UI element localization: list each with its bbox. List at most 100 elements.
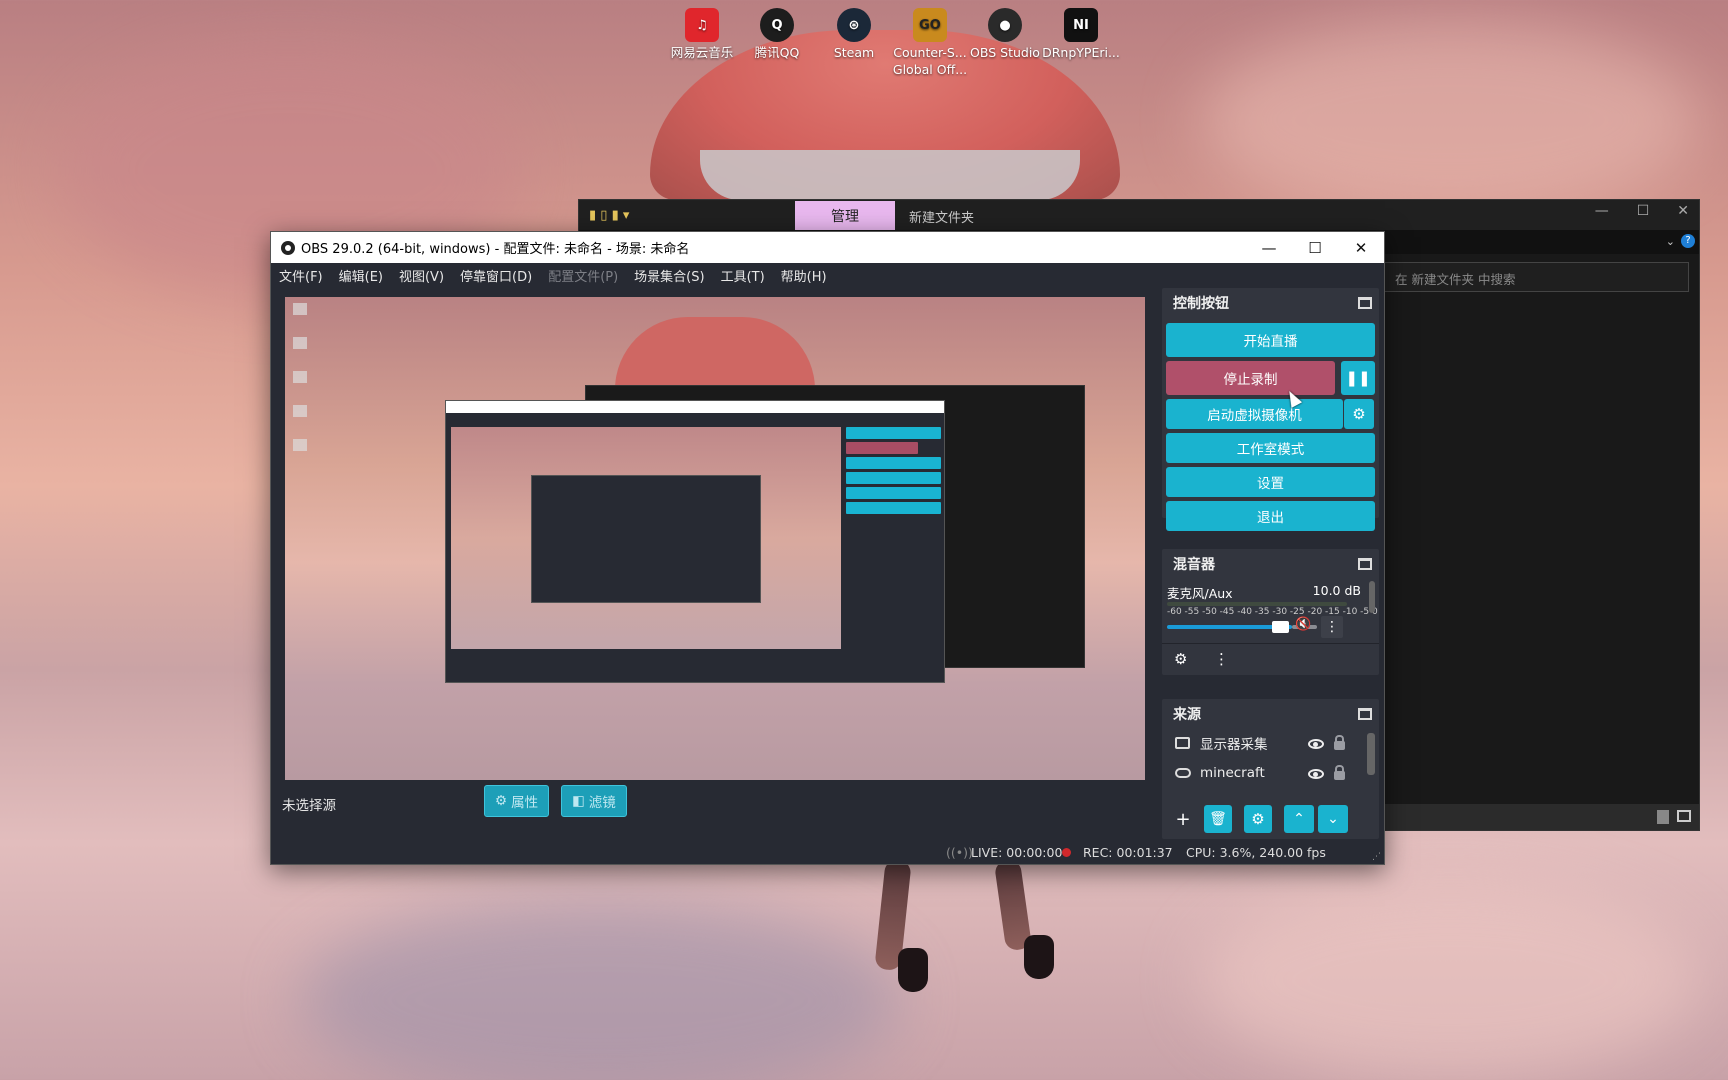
qq-penguin-icon: Q (760, 8, 794, 42)
start-streaming-button[interactable]: 开始直播 (1166, 323, 1375, 357)
obs-titlebar: OBS 29.0.2 (64-bit, windows) - 配置文件: 未命名… (271, 232, 1384, 263)
mixer-dock-title: 混音器 (1173, 557, 1215, 573)
csgo-icon: GO (913, 8, 947, 42)
desktop-icon-qq[interactable]: Q 腾讯QQ (738, 4, 816, 61)
settings-button[interactable]: 设置 (1166, 467, 1375, 497)
desktop-icon-label: Counter-S... Global Off... (892, 45, 968, 77)
controls-dock-header: 控制按钮 (1162, 288, 1379, 318)
chevron-down-icon[interactable]: ⌄ (1666, 235, 1675, 248)
menu-profile[interactable]: 配置文件(P) (548, 266, 618, 285)
menu-help[interactable]: 帮助(H) (781, 266, 827, 285)
netease-music-icon: ♫ (685, 8, 719, 42)
background-cloud (300, 900, 900, 1080)
controls-dock-title: 控制按钮 (1173, 296, 1229, 312)
cpu-status: CPU: 3.6%, 240.00 fps (1186, 844, 1326, 860)
help-icon[interactable]: ? (1681, 234, 1695, 248)
properties-button[interactable]: ⚙ 属性 (484, 785, 550, 817)
sources-dock: 来源 显示器采集 minecraft + 🗑 ⚙ ⌃ ⌄ (1162, 699, 1379, 839)
wallpaper-shoe (1024, 935, 1054, 979)
no-source-selected-label: 未选择源 (282, 798, 336, 814)
preview-desktop-icons (293, 303, 307, 453)
exit-button[interactable]: 退出 (1166, 501, 1375, 531)
undock-icon[interactable] (1358, 708, 1372, 720)
explorer-manage-tab[interactable]: 管理 (795, 201, 895, 230)
mixer-footer: ⚙ ⋮ (1162, 643, 1379, 675)
wallpaper-umbrella-underside (700, 150, 1080, 200)
gamepad-icon (1175, 768, 1191, 778)
volume-meter (1167, 602, 1347, 606)
studio-mode-button[interactable]: 工作室模式 (1166, 433, 1375, 463)
desktop-icon-label: Steam (833, 45, 875, 60)
move-down-chevron-icon[interactable]: ⌄ (1318, 805, 1348, 833)
sources-toolbar: + 🗑 ⚙ ⌃ ⌄ (1162, 805, 1379, 839)
muted-speaker-icon[interactable]: 🔇 (1295, 617, 1311, 632)
live-status: LIVE: 00:00:00 (971, 844, 1063, 860)
visibility-eye-icon[interactable] (1308, 769, 1324, 779)
visibility-eye-icon[interactable] (1308, 739, 1324, 749)
properties-button-label: 属性 (511, 795, 539, 811)
filters-button[interactable]: ◧ 滤镜 (561, 785, 627, 817)
desktop-icon-obs[interactable]: ● OBS Studio (966, 4, 1044, 61)
resize-grip-icon[interactable]: ⋰ (1372, 852, 1381, 862)
mixer-scrollbar[interactable] (1369, 581, 1375, 613)
move-up-chevron-icon[interactable]: ⌃ (1284, 805, 1314, 833)
sources-scrollbar[interactable] (1367, 733, 1375, 775)
volume-slider-handle[interactable] (1272, 621, 1289, 633)
virtual-camera-settings-button[interactable]: ⚙ (1344, 399, 1374, 429)
maximize-icon[interactable]: ☐ (1292, 232, 1338, 263)
stop-recording-button[interactable]: 停止录制 (1166, 361, 1335, 395)
source-name: minecraft (1200, 765, 1265, 781)
desktop-icon-netease-music[interactable]: ♫ 网易云音乐 (663, 4, 741, 61)
audio-mixer-dock: 混音器 麦克风/Aux 10.0 dB -60 -55 -50 -45 -40 … (1162, 549, 1379, 675)
remove-source-trash-icon[interactable]: 🗑 (1204, 805, 1232, 833)
desktop-icon-label: DRnpYPEri... (1042, 45, 1120, 60)
menu-docks[interactable]: 停靠窗口(D) (460, 266, 532, 285)
close-icon[interactable]: ✕ (1677, 203, 1689, 219)
mixer-dock-header: 混音器 (1162, 549, 1379, 579)
menu-scene-collection[interactable]: 场景集合(S) (634, 266, 704, 285)
source-item[interactable]: minecraft (1162, 759, 1379, 787)
mixer-channel-db: 10.0 dB (1312, 583, 1361, 598)
obs-menubar: 文件(F) 编辑(E) 视图(V) 停靠窗口(D) 配置文件(P) 场景集合(S… (271, 263, 1384, 288)
obs-window[interactable]: OBS 29.0.2 (64-bit, windows) - 配置文件: 未命名… (270, 231, 1385, 865)
obs-statusbar: ((•)) LIVE: 00:00:00 REC: 00:01:37 CPU: … (271, 840, 1384, 864)
undock-icon[interactable] (1358, 297, 1372, 309)
obs-studio-icon: ● (988, 8, 1022, 42)
background-cloud (1200, 20, 1700, 220)
desktop-icon-drnpyperi[interactable]: NI DRnpYPEri... (1042, 4, 1120, 61)
explorer-search-input[interactable]: 在 新建文件夹 中搜索 (1384, 262, 1689, 292)
lock-icon[interactable] (1334, 735, 1345, 750)
obs-window-title: OBS 29.0.2 (64-bit, windows) - 配置文件: 未命名… (301, 242, 690, 257)
start-virtual-camera-button[interactable]: 启动虚拟摄像机 (1166, 399, 1343, 429)
mixer-menu-icon[interactable]: ⋮ (1214, 650, 1229, 668)
channel-menu-icon[interactable]: ⋮ (1321, 616, 1343, 638)
menu-view[interactable]: 视图(V) (399, 266, 444, 285)
source-name: 显示器采集 (1200, 737, 1268, 753)
maximize-icon[interactable]: ☐ (1637, 203, 1650, 219)
menu-file[interactable]: 文件(F) (279, 266, 323, 285)
wallpaper-shoe (898, 948, 928, 992)
lock-icon[interactable] (1334, 765, 1345, 780)
obs-preview[interactable] (285, 297, 1145, 780)
rec-status: REC: 00:01:37 (1083, 844, 1173, 860)
minimize-icon[interactable]: — (1246, 232, 1292, 263)
source-item[interactable]: 显示器采集 (1162, 729, 1379, 757)
explorer-folder-title: 新建文件夹 (909, 211, 975, 226)
close-icon[interactable]: ✕ (1338, 232, 1384, 263)
menu-tools[interactable]: 工具(T) (721, 266, 765, 285)
meter-scale: -60 -55 -50 -45 -40 -35 -30 -25 -20 -15 … (1167, 607, 1378, 617)
advanced-audio-gear-icon[interactable]: ⚙ (1174, 650, 1187, 668)
desktop-icon-steam[interactable]: ⊛ Steam (815, 4, 893, 61)
desktop-icon-label: OBS Studio (970, 45, 1040, 60)
undock-icon[interactable] (1358, 558, 1372, 570)
large-icons-view-icon[interactable] (1677, 810, 1691, 822)
source-properties-gear-icon[interactable]: ⚙ (1244, 805, 1272, 833)
details-view-icon[interactable] (1657, 810, 1669, 824)
menu-edit[interactable]: 编辑(E) (339, 266, 383, 285)
quick-access-toolbar[interactable]: ▮ ▯ ▮ ▾ (589, 208, 629, 223)
add-source-icon[interactable]: + (1172, 805, 1194, 833)
minimize-icon[interactable]: — (1595, 203, 1609, 219)
desktop-icon-csgo[interactable]: GO Counter-S... Global Off... (891, 4, 969, 78)
gear-icon: ⚙ (495, 793, 508, 809)
pause-recording-button[interactable]: ❚❚ (1341, 361, 1375, 395)
